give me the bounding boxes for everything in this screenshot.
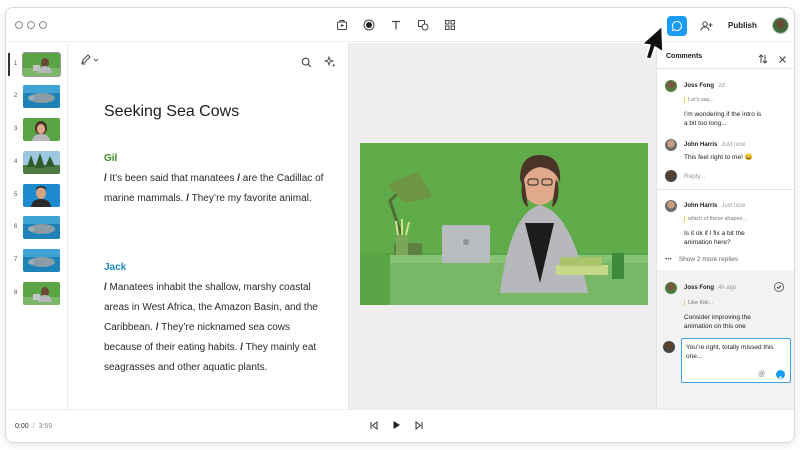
- tool-group: [334, 17, 458, 33]
- scene-number: 8: [14, 290, 18, 296]
- divider: [657, 68, 794, 69]
- player-bar: 0:00/3:59: [6, 409, 794, 442]
- comment-text: Is it ok if I fix a bit the animation he…: [684, 230, 745, 246]
- pen-icon: [81, 54, 91, 65]
- skip-back-icon[interactable]: [369, 420, 378, 430]
- thumbnail-image: [23, 282, 60, 305]
- scene-number: 7: [14, 257, 18, 263]
- comment-author: John Harris Just now: [684, 203, 746, 209]
- avatar: [665, 80, 677, 92]
- comment-quote: Like Kiki...: [684, 300, 713, 306]
- script-paragraph[interactable]: / Manatees inhabit the shallow, marshy c…: [104, 278, 328, 378]
- script-title[interactable]: Seeking Sea Cows: [104, 103, 239, 121]
- playback-controls: [369, 420, 424, 430]
- scene-thumbnail[interactable]: 7: [6, 249, 68, 273]
- sort-icon[interactable]: [758, 51, 768, 69]
- close-icon[interactable]: [778, 51, 787, 69]
- comment-quote: Let’s say...: [684, 97, 714, 103]
- scene-number: 1: [14, 61, 18, 67]
- thumbnail-image: [23, 184, 60, 207]
- avatar: [663, 341, 675, 353]
- thumbnail-image: [23, 249, 60, 272]
- mention-icon[interactable]: @: [758, 371, 765, 378]
- divider: [657, 189, 794, 190]
- app-window: Publish 1 2 3 4 5 6 7 8 Seeking Sea Cows Gil / …: [5, 7, 795, 443]
- comment-icon[interactable]: [667, 16, 687, 36]
- scene-number: 4: [14, 159, 18, 165]
- video-stage: [348, 43, 656, 409]
- scene-thumbnails: 1 2 3 4 5 6 7 8: [6, 43, 68, 409]
- window-controls: [15, 21, 47, 29]
- comment-author: Joss Fong 4h ago: [684, 285, 737, 291]
- text-icon[interactable]: [388, 17, 404, 33]
- playback-time: 0:00/3:59: [15, 423, 53, 430]
- scene-thumbnail[interactable]: 6: [6, 216, 68, 240]
- scene-thumbnail[interactable]: 8: [6, 282, 68, 306]
- thumbnail-image: [22, 52, 61, 77]
- maximize-window-button[interactable]: [39, 21, 47, 29]
- comment-quote: which of these shapes...: [684, 216, 747, 222]
- user-avatar[interactable]: [772, 17, 789, 34]
- avatar: [665, 139, 677, 151]
- comment-text: Consider improving the animation on this…: [684, 314, 751, 330]
- script-paragraph[interactable]: / It’s been said that manatees / are the…: [104, 169, 328, 209]
- export-icon[interactable]: [334, 17, 350, 33]
- reply-input[interactable]: Reply...: [684, 173, 706, 180]
- grid-icon[interactable]: [442, 17, 458, 33]
- sparkle-icon[interactable]: [323, 55, 336, 73]
- scene-number: 6: [14, 224, 18, 230]
- scene-number: 5: [14, 192, 18, 198]
- play-icon[interactable]: [392, 420, 401, 430]
- scene-number: 2: [14, 93, 18, 99]
- scene-thumbnail[interactable]: 4: [6, 151, 68, 175]
- avatar: [665, 170, 677, 182]
- send-button[interactable]: [776, 370, 785, 381]
- avatar: [665, 200, 677, 212]
- minimize-window-button[interactable]: [27, 21, 35, 29]
- edit-mode-dropdown[interactable]: [80, 54, 99, 65]
- scene-thumbnail[interactable]: 2: [6, 85, 68, 109]
- comment-text: I’m wondering if the intro is a bit too …: [684, 111, 762, 127]
- scene-thumbnail[interactable]: 3: [6, 118, 68, 142]
- reply-draft-text[interactable]: You’re right, totally missed this one...: [686, 343, 786, 361]
- resolve-check-icon[interactable]: [774, 282, 784, 292]
- script-panel: Seeking Sea Cows Gil / It’s been said th…: [68, 43, 348, 409]
- comment-author: Joss Fong 2d: [684, 83, 725, 89]
- thumbnail-image: [23, 85, 60, 108]
- video-preview[interactable]: [360, 143, 648, 305]
- mouse-cursor-icon: [636, 24, 666, 62]
- scene-thumbnail[interactable]: 5: [6, 184, 68, 208]
- more-icon: •••: [665, 256, 672, 263]
- scene-thumbnail[interactable]: 1: [6, 52, 68, 77]
- record-icon[interactable]: [361, 17, 377, 33]
- publish-button[interactable]: Publish: [728, 21, 757, 30]
- close-window-button[interactable]: [15, 21, 23, 29]
- skip-forward-icon[interactable]: [415, 420, 424, 430]
- chevron-down-icon: [93, 58, 99, 62]
- comments-panel: Comments Joss Fong 2d Let’s say... I’m wo…: [656, 43, 794, 409]
- comment-text: This feel right to me! 😄: [684, 154, 753, 161]
- scene-number: 3: [14, 126, 18, 132]
- speaker-label: Jack: [104, 262, 127, 273]
- avatar: [665, 282, 677, 294]
- show-more-replies[interactable]: ••• Show 2 more replies: [665, 256, 738, 263]
- shapes-icon[interactable]: [415, 17, 431, 33]
- search-icon[interactable]: [301, 55, 312, 73]
- add-user-icon[interactable]: [698, 18, 714, 34]
- reply-textarea[interactable]: You’re right, totally missed this one...…: [681, 338, 791, 383]
- speaker-label: Gil: [104, 153, 118, 164]
- thumbnail-image: [23, 151, 60, 174]
- comment-author: John Harris Just now: [684, 142, 746, 148]
- thumbnail-image: [23, 118, 60, 141]
- top-bar: Publish: [6, 8, 794, 42]
- comments-header: Comments: [666, 53, 703, 60]
- thumbnail-image: [23, 216, 60, 239]
